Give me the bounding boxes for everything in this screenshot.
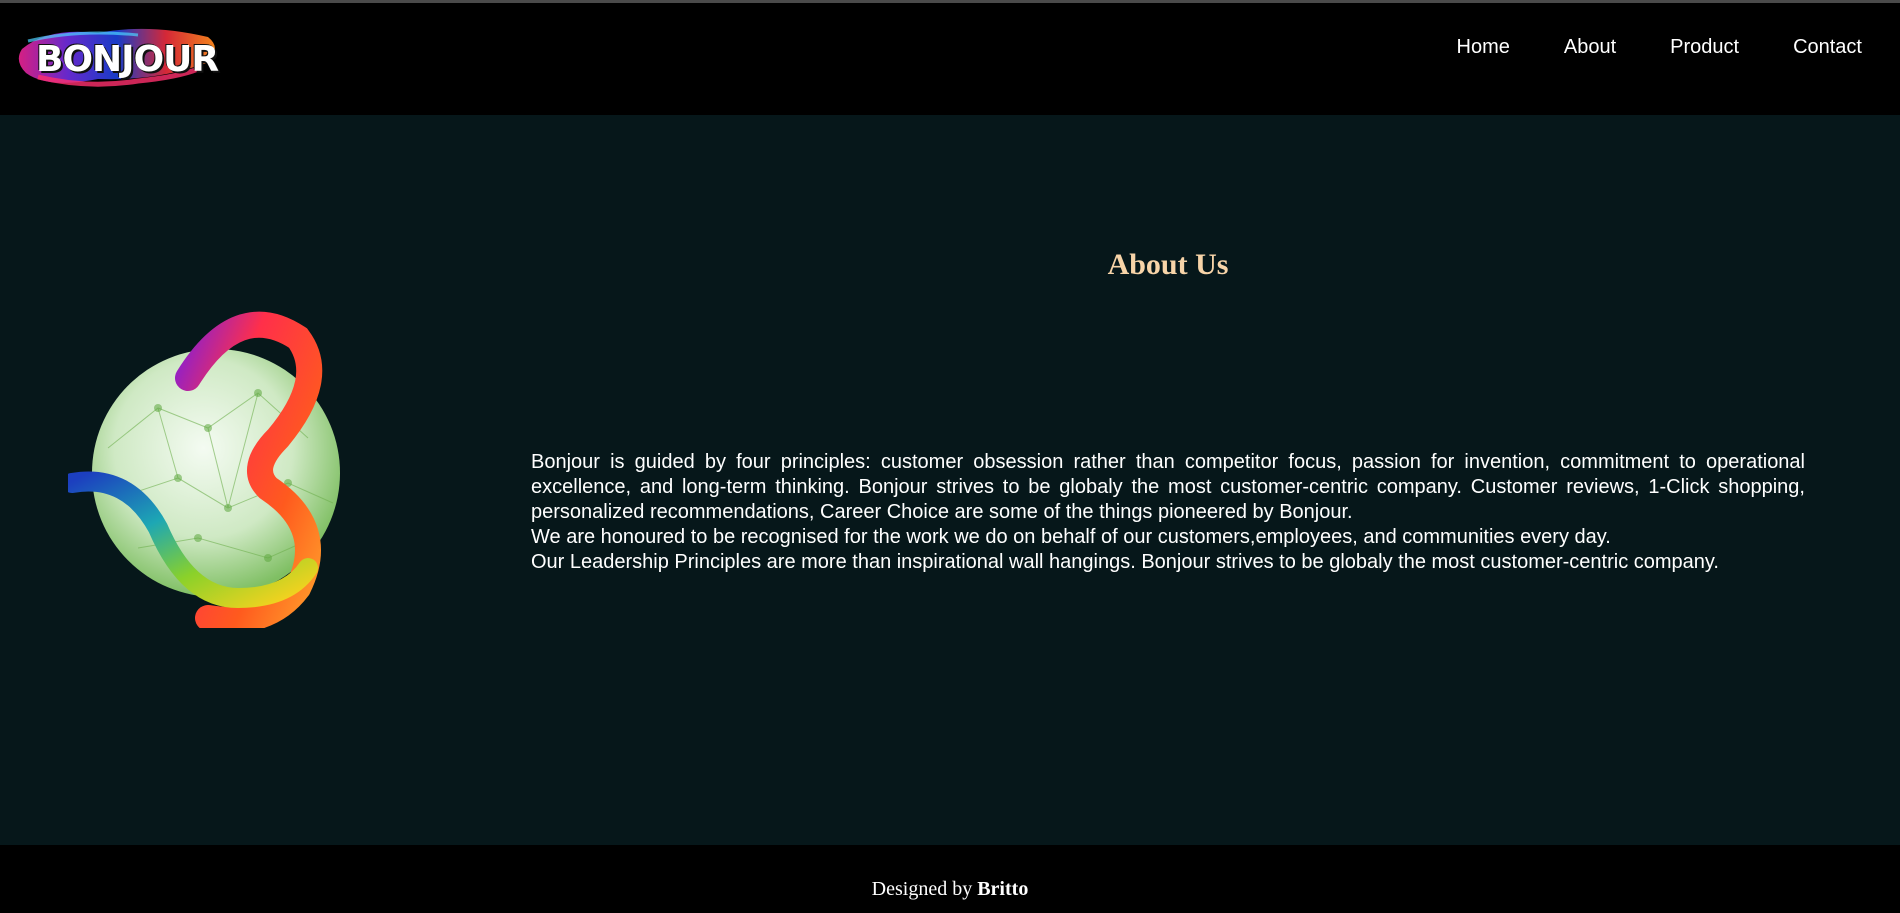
logo-wordmark: BONJOUR bbox=[36, 39, 219, 80]
about-paragraph: Bonjour is guided by four principles: cu… bbox=[531, 451, 1805, 523]
footer-credit: Designed by Britto bbox=[0, 878, 1900, 901]
nav-home[interactable]: Home bbox=[1457, 36, 1510, 59]
site-header: BONJOUR Home About Product Contact bbox=[0, 3, 1900, 115]
nav-contact[interactable]: Contact bbox=[1793, 36, 1862, 59]
about-title: About Us bbox=[1107, 248, 1229, 281]
footer-author: Britto bbox=[977, 878, 1029, 900]
nav-about[interactable]: About bbox=[1564, 36, 1616, 59]
main-nav: Home About Product Contact bbox=[1403, 36, 1863, 59]
about-section: About Us Bonjour is guided by four princ… bbox=[0, 115, 1900, 845]
nav-product[interactable]: Product bbox=[1670, 36, 1739, 59]
about-paragraph: Our Leadership Principles are more than … bbox=[531, 551, 1719, 573]
about-description: Bonjour is guided by four principles: cu… bbox=[531, 450, 1805, 575]
about-paragraph: We are honoured to be recognised for the… bbox=[531, 526, 1611, 548]
site-footer: Designed by Britto bbox=[0, 845, 1900, 913]
globe-logo-image bbox=[62, 298, 358, 633]
bonjour-logo[interactable]: BONJOUR bbox=[18, 19, 220, 95]
footer-prefix: Designed by bbox=[871, 878, 973, 900]
